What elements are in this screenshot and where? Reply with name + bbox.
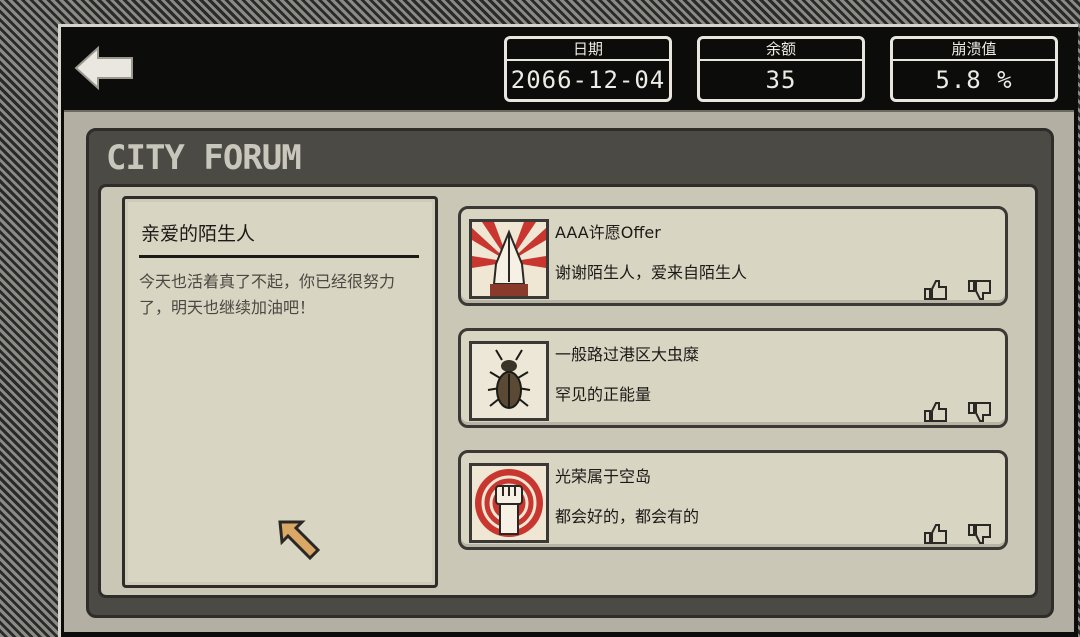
back-arrow-icon <box>74 45 133 91</box>
letter-body: 今天也活着真了不起，你已经很努力了，明天也继续加油吧！ <box>139 272 396 317</box>
post-author: 光荣属于空岛 <box>555 467 652 486</box>
balance-value: 35 <box>765 66 797 94</box>
collapse-value: 5.8 % <box>935 66 1013 94</box>
thumbs-up-icon[interactable] <box>923 279 949 301</box>
thumbs-up-icon[interactable] <box>923 401 949 423</box>
praying-hands-icon <box>469 219 549 299</box>
post-author: 一般路过港区大虫糜 <box>555 345 700 364</box>
back-button[interactable] <box>72 42 136 94</box>
pointer-cursor-icon <box>278 520 321 561</box>
raised-fist-icon <box>469 463 549 543</box>
forum-title: CITY FORUM <box>106 138 302 178</box>
forum-post[interactable]: 一般路过港区大虫糜 罕见的正能量 <box>458 328 1008 428</box>
forum-post[interactable]: 光荣属于空岛 都会好的，都会有的 <box>458 450 1008 550</box>
balance-stat: 余额 35 <box>697 36 865 102</box>
thumbs-down-icon[interactable] <box>967 523 993 545</box>
date-stat: 日期 2066-12-04 <box>504 36 672 102</box>
collapse-stat: 崩溃值 5.8 % <box>890 36 1058 102</box>
thumbs-up-icon[interactable] <box>923 523 949 545</box>
collapse-label: 崩溃值 <box>893 39 1055 61</box>
date-label: 日期 <box>507 39 669 61</box>
post-text: 都会好的，都会有的 <box>555 507 700 526</box>
letter-divider <box>139 255 419 258</box>
beetle-icon <box>469 341 549 421</box>
post-author: AAA许愿Offer <box>555 223 661 242</box>
thumbs-down-icon[interactable] <box>967 279 993 301</box>
post-text: 罕见的正能量 <box>555 385 652 404</box>
letter-title: 亲爱的陌生人 <box>141 223 256 245</box>
balance-label: 余额 <box>700 39 862 61</box>
forum-post[interactable]: AAA许愿Offer 谢谢陌生人，爱来自陌生人 <box>458 206 1008 306</box>
thumbs-down-icon[interactable] <box>967 401 993 423</box>
post-text: 谢谢陌生人，爱来自陌生人 <box>555 263 748 282</box>
date-value: 2066-12-04 <box>510 66 666 94</box>
